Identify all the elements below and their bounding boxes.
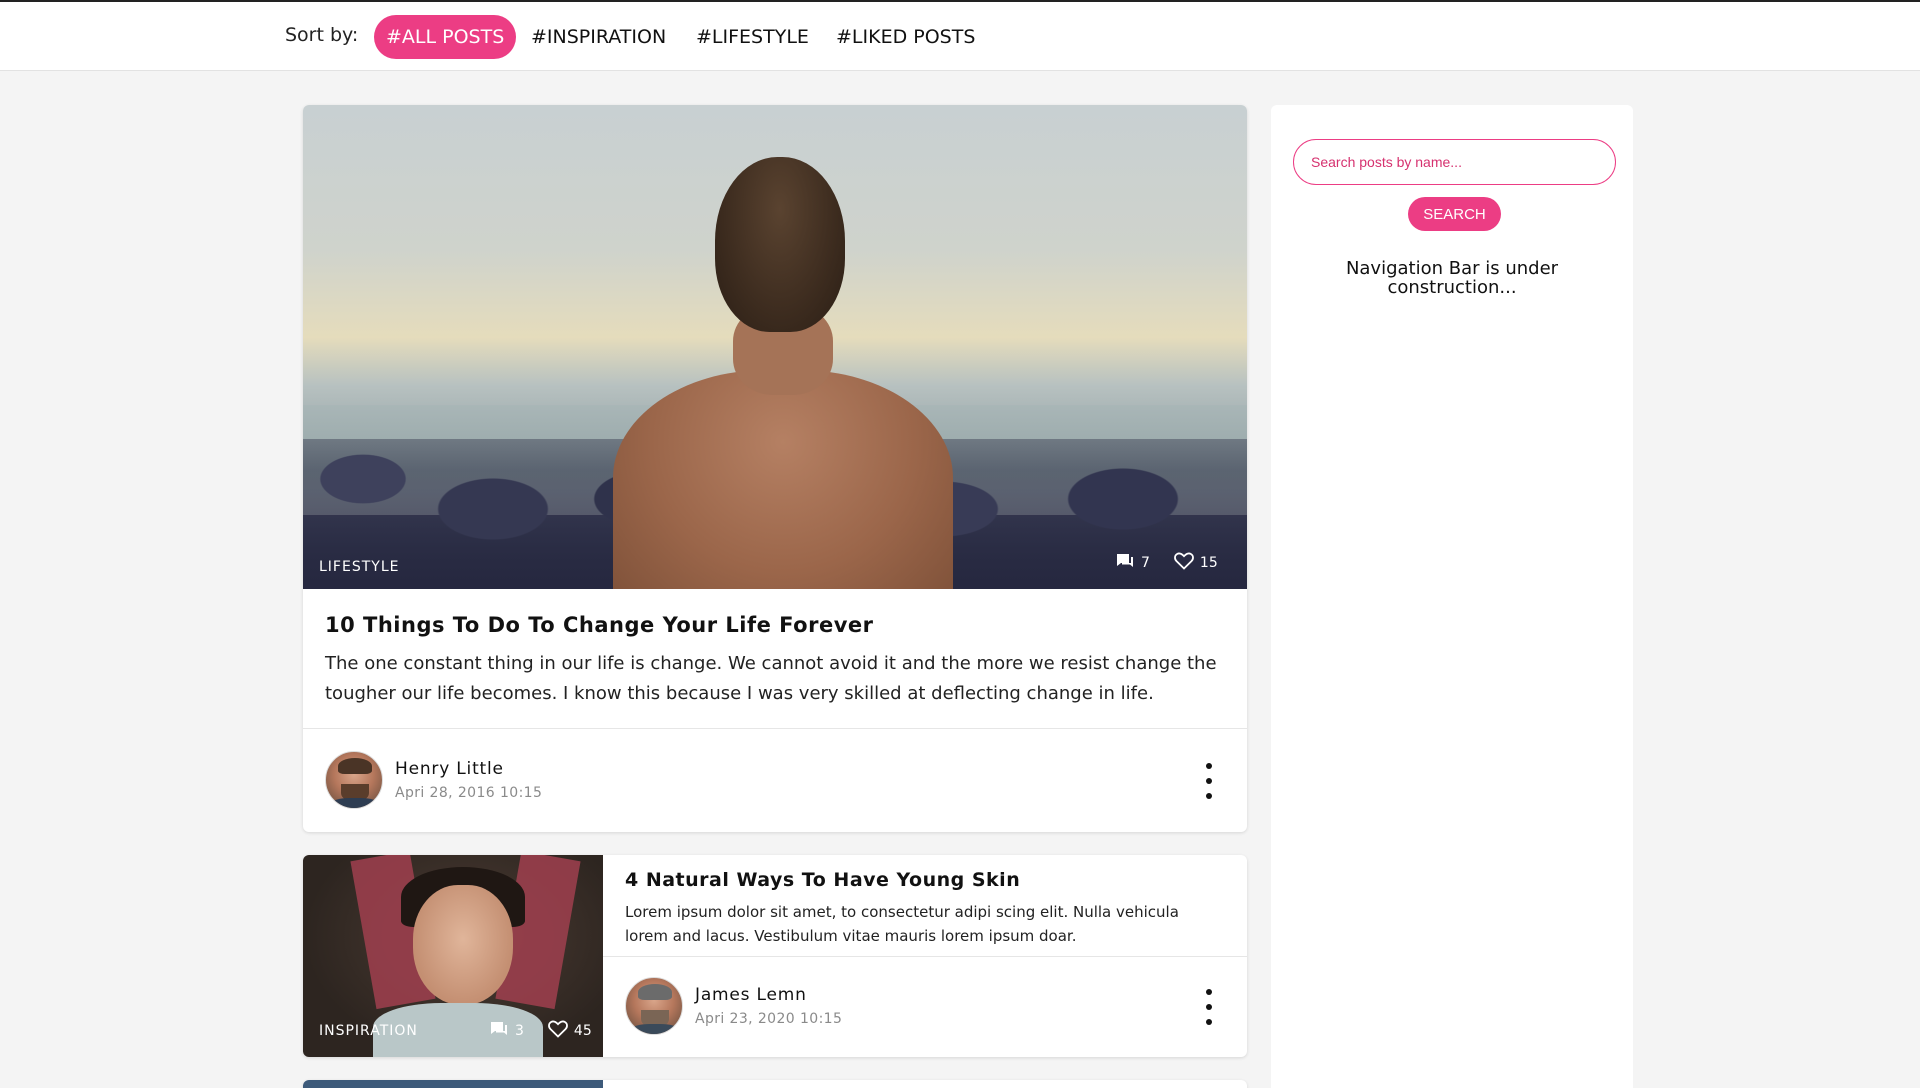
comment-icon[interactable] [1115,552,1135,574]
post-body: 10 Things To Do To Change Your Life Fore… [325,613,1225,709]
person-head [715,157,845,332]
avatar[interactable] [625,977,683,1035]
heart-icon[interactable] [548,1020,568,1042]
sort-bar: Sort by: #ALL POSTS #INSPIRATION #LIFEST… [0,0,1920,71]
avatar[interactable] [325,751,383,809]
sidebar: SEARCH Navigation Bar is under construct… [1271,105,1633,1088]
heart-icon[interactable] [1174,552,1194,574]
kebab-menu-icon[interactable] [1199,763,1219,799]
tab-liked-posts[interactable]: #LIKED POSTS [824,15,987,59]
post-author: Henry Little Apri 28, 2016 10:15 [325,751,542,809]
post-title[interactable]: 4 Natural Ways To Have Young Skin [625,869,1020,891]
author-name[interactable]: James Lemn [695,985,842,1005]
post-card-featured[interactable]: LIFESTYLE 7 15 10 Things To Do To Change… [303,105,1247,832]
post-stats: 7 15 [1115,552,1218,574]
comment-count: 3 [515,1023,524,1039]
card-divider [603,956,1247,957]
tab-inspiration[interactable]: #INSPIRATION [519,15,678,59]
tab-lifestyle[interactable]: #LIFESTYLE [684,15,821,59]
post-category-tag[interactable]: INSPIRATION [319,1023,418,1039]
comment-icon[interactable] [489,1020,509,1042]
post-author: James Lemn Apri 23, 2020 10:15 [625,977,842,1035]
post-category-tag[interactable]: LIFESTYLE [319,559,399,575]
post-description: The one constant thing in our life is ch… [325,653,1217,704]
sort-label: Sort by: [285,24,359,46]
tab-all-posts[interactable]: #ALL POSTS [374,15,517,59]
kebab-menu-icon[interactable] [1199,989,1219,1025]
comment-count: 7 [1141,555,1150,571]
search-input[interactable] [1293,139,1616,185]
post-image[interactable]: INSPIRATION 3 45 [303,855,603,1057]
search-button[interactable]: SEARCH [1408,197,1501,231]
post-date: Apri 23, 2020 10:15 [695,1011,843,1027]
navigation-note: Navigation Bar is under construction... [1345,258,1559,298]
like-count: 45 [573,1023,592,1039]
post-stats: 3 45 [489,1020,592,1042]
post-card[interactable] [303,1080,1247,1088]
post-card[interactable]: INSPIRATION 3 45 4 Natural Ways To Have … [303,855,1247,1057]
post-date: Apri 28, 2016 10:15 [395,785,543,801]
face [413,885,513,1005]
post-image[interactable]: LIFESTYLE 7 15 [303,105,1247,589]
like-count: 15 [1199,555,1218,571]
post-image[interactable] [303,1080,603,1088]
card-divider [303,728,1247,729]
post-description: Lorem ipsum dolor sit amet, to consectet… [625,903,1179,945]
author-name[interactable]: Henry Little [395,759,542,779]
person-back [613,370,953,589]
post-title[interactable]: 10 Things To Do To Change Your Life Fore… [325,613,1225,637]
